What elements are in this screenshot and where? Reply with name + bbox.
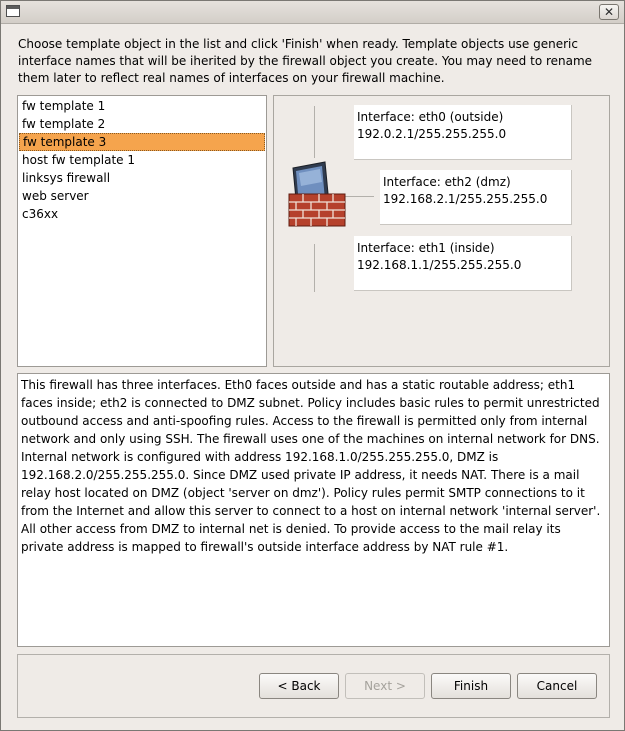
- firewall-icon: [288, 161, 346, 227]
- template-item[interactable]: linksys firewall: [19, 169, 265, 187]
- interface-address: 192.168.2.1/255.255.255.0: [383, 192, 548, 206]
- template-item[interactable]: c36xx: [19, 205, 265, 223]
- connector-line: [314, 106, 315, 158]
- title-bar[interactable]: ✕: [1, 1, 624, 24]
- template-item[interactable]: host fw template 1: [19, 151, 265, 169]
- interface-box-eth2: Interface: eth2 (dmz) 192.168.2.1/255.25…: [380, 170, 572, 225]
- interface-box-eth0: Interface: eth0 (outside) 192.0.2.1/255.…: [354, 105, 572, 160]
- template-wizard-window: ✕ Choose template object in the list and…: [0, 0, 625, 731]
- template-item[interactable]: web server: [19, 187, 265, 205]
- template-item[interactable]: fw template 3: [19, 133, 265, 151]
- window-icon: [6, 5, 20, 17]
- finish-button[interactable]: Finish: [431, 673, 511, 699]
- interface-label: Interface: eth0 (outside): [357, 110, 504, 124]
- button-bar: < Back Next > Finish Cancel: [17, 654, 610, 718]
- intro-text: Choose template object in the list and c…: [18, 37, 593, 85]
- interface-label: Interface: eth2 (dmz): [383, 175, 511, 189]
- connector-line: [314, 244, 315, 292]
- template-item[interactable]: fw template 2: [19, 115, 265, 133]
- back-button[interactable]: < Back: [259, 673, 339, 699]
- next-button: Next >: [345, 673, 425, 699]
- template-item[interactable]: fw template 1: [19, 97, 265, 115]
- close-button[interactable]: ✕: [599, 4, 619, 20]
- template-list[interactable]: fw template 1 fw template 2 fw template …: [17, 95, 267, 367]
- interface-box-eth1: Interface: eth1 (inside) 192.168.1.1/255…: [354, 236, 572, 291]
- template-preview: Interface: eth0 (outside) 192.0.2.1/255.…: [273, 95, 610, 367]
- cancel-button[interactable]: Cancel: [517, 673, 597, 699]
- template-description: This firewall has three interfaces. Eth0…: [17, 373, 610, 647]
- interface-address: 192.0.2.1/255.255.255.0: [357, 127, 507, 141]
- interface-label: Interface: eth1 (inside): [357, 241, 495, 255]
- interface-address: 192.168.1.1/255.255.255.0: [357, 258, 522, 272]
